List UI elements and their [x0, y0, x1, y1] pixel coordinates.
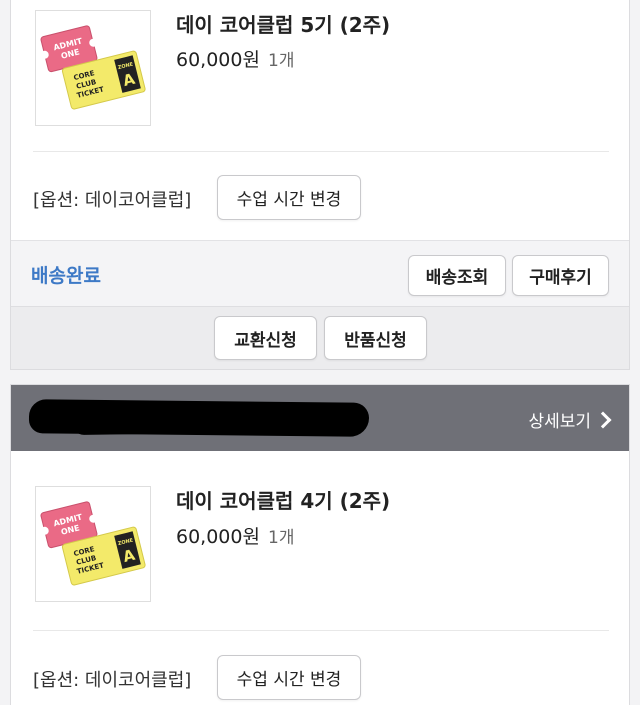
- view-details-link[interactable]: 상세보기: [528, 407, 612, 432]
- write-review-button[interactable]: 구매후기: [512, 255, 609, 296]
- exchange-request-button[interactable]: 교환신청: [214, 316, 317, 360]
- ticket-image: ADMIT ONE CORE CLUB TICKET ZONE A: [40, 501, 146, 586]
- delivery-status: 배송완료: [31, 265, 101, 287]
- order-card: 2 ) 상세보기 ADMIT ONE CORE CLUB TICKET ZONE: [10, 384, 630, 705]
- option-text: [옵션: 데이코어클럽]: [33, 670, 192, 691]
- ticket-image: ADMIT ONE CORE CLUB TICKET ZONE A: [40, 25, 146, 110]
- divider: [33, 630, 609, 631]
- product-price-line: 60,000원 1개: [176, 45, 294, 72]
- divider: [33, 151, 609, 152]
- product-price: 60,000원: [176, 49, 260, 71]
- change-time-button[interactable]: 수업 시간 변경: [217, 655, 361, 700]
- order-action-bar: 교환신청 반품신청: [11, 306, 629, 369]
- product-thumbnail[interactable]: ADMIT ONE CORE CLUB TICKET ZONE A: [35, 486, 151, 602]
- product-price-line: 60,000원 1개: [176, 522, 294, 549]
- option-text: [옵션: 데이코어클럽]: [33, 190, 192, 211]
- product-quantity: 1개: [268, 528, 295, 548]
- track-delivery-button[interactable]: 배송조회: [408, 255, 506, 296]
- change-time-button[interactable]: 수업 시간 변경: [217, 175, 361, 220]
- delivery-status-bar: 배송완료 배송조회 구매후기: [11, 240, 629, 306]
- redaction-mark: [70, 404, 362, 436]
- product-quantity: 1개: [268, 51, 295, 71]
- product-price: 60,000원: [176, 526, 260, 548]
- product-name[interactable]: 데이 코어클럽 4기 (2주): [176, 485, 390, 514]
- order-header: 2 ) 상세보기: [11, 385, 629, 451]
- product-thumbnail[interactable]: ADMIT ONE CORE CLUB TICKET ZONE A: [35, 10, 151, 126]
- chevron-right-icon: [594, 411, 612, 428]
- order-card: ADMIT ONE CORE CLUB TICKET ZONE A 데이 코어클…: [10, 0, 630, 370]
- view-details-label: 상세보기: [528, 412, 591, 432]
- return-request-button[interactable]: 반품신청: [324, 316, 427, 360]
- product-name[interactable]: 데이 코어클럽 5기 (2주): [176, 9, 390, 38]
